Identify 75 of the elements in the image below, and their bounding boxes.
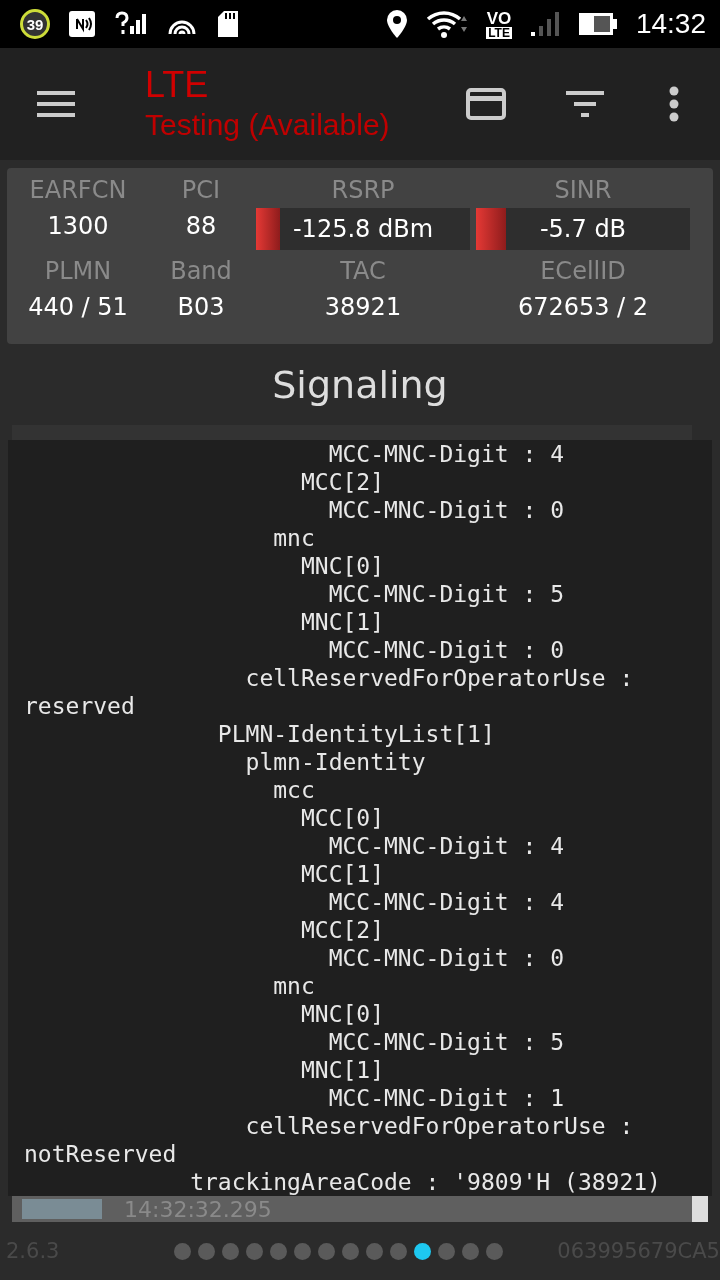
cell-info-value: 672653 / 2 <box>517 293 649 321</box>
page-indicator-dot[interactable] <box>269 1242 287 1260</box>
message-detail-line: MCC-MNC-Digit : 4 <box>327 832 565 860</box>
message-detail-line: MCC-MNC-Digit : 5 <box>327 580 565 608</box>
nfc-icon <box>68 10 96 38</box>
section-title: Signaling <box>272 362 448 407</box>
page-indicator-dot[interactable] <box>389 1242 407 1260</box>
page-indicator-dot[interactable] <box>245 1242 263 1260</box>
battery-icon <box>577 12 618 36</box>
message-detail-line: MCC[2] <box>299 468 385 496</box>
filter-icon[interactable] <box>566 90 604 118</box>
message-detail-line: notReserved <box>23 1140 177 1168</box>
wifi-icon <box>426 9 469 39</box>
menu-icon[interactable] <box>37 90 75 118</box>
battery-level-badge: 39 <box>20 9 50 39</box>
message-detail-line: mnc <box>272 972 315 1000</box>
page-indicator-dot[interactable] <box>221 1242 239 1260</box>
cell-info-value: 38921 <box>324 293 402 321</box>
message-detail-line: PLMN-IdentityList[1] <box>216 720 495 748</box>
message-detail-line: MCC-MNC-Digit : 0 <box>327 496 565 524</box>
page-indicator-dot[interactable] <box>293 1242 311 1260</box>
page-indicator-dot[interactable] <box>437 1242 455 1260</box>
message-detail-line: MCC-MNC-Digit : 1 <box>327 1084 565 1112</box>
cell-info-label: RSRP <box>331 176 395 204</box>
cell-info-label: TAC <box>340 257 386 285</box>
message-detail-line: MCC[0] <box>299 804 385 832</box>
volte-label: VO <box>486 9 512 27</box>
message-detail-line: MCC-MNC-Digit : 4 <box>327 888 565 916</box>
cell-info-label: ECellID <box>540 257 626 285</box>
card-icon[interactable] <box>466 88 506 120</box>
message-detail-line: plmn-Identity <box>244 748 426 776</box>
cell-info-label: PLMN <box>44 257 112 285</box>
message-detail-line: MCC-MNC-Digit : 0 <box>327 944 565 972</box>
network-status: Testing (Available) <box>145 107 391 143</box>
message-detail-line: MCC[2] <box>299 916 385 944</box>
page-indicator-dot[interactable] <box>173 1242 191 1260</box>
message-detail-line: cellReservedForOperatorUse : <box>244 664 634 692</box>
message-detail-line: MCC-MNC-Digit : 0 <box>327 636 565 664</box>
meter-reading: -5.7 dB <box>539 215 627 243</box>
clock: 14:32 <box>635 8 706 40</box>
message-detail-line: mnc <box>272 524 315 552</box>
message-detail-line: mcc <box>272 776 315 804</box>
message-detail-line: MNC[1] <box>299 608 385 636</box>
cell-info-value: 440 / 51 <box>28 293 128 321</box>
scrollbar-thumb[interactable] <box>692 1196 708 1222</box>
lte-label: LTE <box>486 26 512 39</box>
cell-info-label: PCI <box>181 176 221 204</box>
cell-signal-icon <box>529 10 560 38</box>
page-indicator-dot[interactable] <box>365 1242 383 1260</box>
network-title: LTE <box>145 64 210 106</box>
more-options-icon[interactable] <box>668 86 680 122</box>
cell-info-value: B03 <box>177 293 225 321</box>
cell-info-label: EARFCN <box>29 176 127 204</box>
message-detail-line: MNC[1] <box>299 1056 385 1084</box>
sd-card-icon <box>216 9 240 39</box>
message-detail-line: cellReservedForOperatorUse : <box>244 1112 634 1140</box>
page-indicator-dot[interactable] <box>197 1242 215 1260</box>
page-indicator-dot[interactable] <box>461 1242 479 1260</box>
page-indicator-dot[interactable] <box>317 1242 335 1260</box>
message-detail-line: reserved <box>23 692 135 720</box>
cell-info-value: 88 <box>185 212 217 240</box>
location-icon <box>386 9 409 39</box>
message-detail-line: MNC[0] <box>299 552 385 580</box>
meter-reading: -125.8 dBm <box>292 215 434 243</box>
message-detail-line: MNC[0] <box>299 1000 385 1028</box>
message-detail-line: trackingAreaCode : '9809'H (38921) <box>189 1168 661 1196</box>
message-detail-line: MCC-MNC-Digit : 4 <box>327 440 565 468</box>
cell-info-label: Band <box>170 257 232 285</box>
message-detail-line: MCC[1] <box>299 860 385 888</box>
page-indicator-dot[interactable] <box>413 1242 431 1260</box>
cell-info-label: SINR <box>554 176 612 204</box>
page-indicator-dot[interactable] <box>485 1242 503 1260</box>
message-detail-line: MCC-MNC-Digit : 5 <box>327 1028 565 1056</box>
cell-info-value: 1300 <box>47 212 109 240</box>
page-indicator-dot[interactable] <box>341 1242 359 1260</box>
